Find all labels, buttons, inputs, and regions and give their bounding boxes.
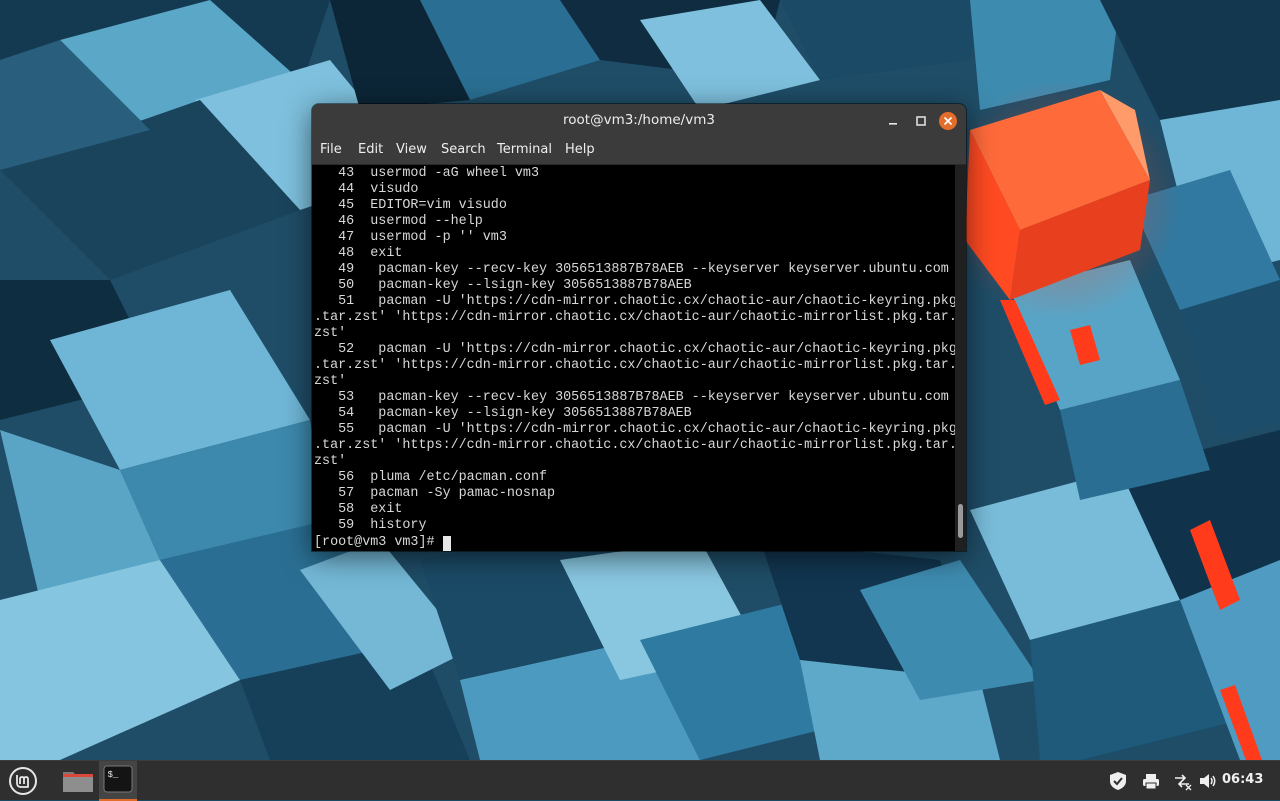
terminal-window: root@vm3:/home/vm3 File Edit View Search… <box>312 104 966 551</box>
terminal-line: 53 pacman-key --recv-key 3056513887B78AE… <box>314 390 949 405</box>
menu-view[interactable]: View <box>396 142 427 157</box>
terminal-line: 47 usermod -p '' vm3 <box>314 230 507 245</box>
window-title: root@vm3:/home/vm3 <box>563 112 715 128</box>
terminal-line: zst' <box>314 454 347 469</box>
terminal-line: 56 pluma /etc/pacman.conf <box>314 470 548 485</box>
terminal-line: 58 exit <box>314 502 403 517</box>
maximize-icon[interactable] <box>912 112 930 130</box>
terminal-line: 55 pacman -U 'https://cdn-mirror.chaotic… <box>314 422 955 437</box>
minimize-icon[interactable] <box>884 112 902 130</box>
shield-icon[interactable] <box>1108 771 1128 791</box>
terminal-scrollbar[interactable] <box>955 165 966 551</box>
network-icon[interactable] <box>1172 771 1192 791</box>
terminal-output[interactable]: 43 usermod -aG wheel vm3 44 visudo 45 ED… <box>312 165 955 551</box>
terminal-line: 59 history <box>314 518 427 533</box>
mint-menu-icon[interactable] <box>2 761 42 801</box>
printer-icon[interactable] <box>1141 771 1161 791</box>
terminal-line: 50 pacman-key --lsign-key 3056513887B78A… <box>314 278 692 293</box>
terminal-icon[interactable]: $_ <box>99 761 137 801</box>
svg-text:$_: $_ <box>108 770 119 780</box>
terminal-line: 49 pacman-key --recv-key 3056513887B78AE… <box>314 262 949 277</box>
terminal-line: zst' <box>314 374 347 389</box>
terminal-line: 57 pacman -Sy pamac-nosnap <box>314 486 556 501</box>
terminal-line: 51 pacman -U 'https://cdn-mirror.chaotic… <box>314 294 955 309</box>
menu-search[interactable]: Search <box>441 142 486 157</box>
close-icon[interactable] <box>939 112 957 130</box>
terminal-line: 54 pacman-key --lsign-key 3056513887B78A… <box>314 406 692 421</box>
files-icon[interactable] <box>58 761 98 801</box>
terminal-line: 46 usermod --help <box>314 214 483 229</box>
terminal-line: .tar.zst' 'https://cdn-mirror.chaotic.cx… <box>314 310 955 325</box>
terminal-line: .tar.zst' 'https://cdn-mirror.chaotic.cx… <box>314 438 955 453</box>
menu-file[interactable]: File <box>320 142 342 157</box>
clock[interactable]: 06:43 <box>1222 772 1263 787</box>
volume-icon[interactable] <box>1198 771 1218 791</box>
terminal-line: 45 EDITOR=vim visudo <box>314 198 507 213</box>
window-titlebar[interactable]: root@vm3:/home/vm3 <box>312 104 966 138</box>
taskbar: $_ 06:43 <box>0 760 1280 801</box>
terminal-line: .tar.zst' 'https://cdn-mirror.chaotic.cx… <box>314 358 955 373</box>
menu-edit[interactable]: Edit <box>358 142 383 157</box>
terminal-line: zst' <box>314 326 347 341</box>
menu-terminal[interactable]: Terminal <box>497 142 552 157</box>
terminal-line: 48 exit <box>314 246 403 261</box>
terminal-prompt: [root@vm3 vm3]# <box>314 535 443 550</box>
text-cursor <box>442 536 451 551</box>
terminal-line: 44 visudo <box>314 182 419 197</box>
terminal-line: 43 usermod -aG wheel vm3 <box>314 166 539 181</box>
menu-help[interactable]: Help <box>565 142 595 157</box>
menu-bar: File Edit View Search Terminal Help <box>312 138 966 165</box>
terminal-line: 52 pacman -U 'https://cdn-mirror.chaotic… <box>314 342 955 357</box>
scrollbar-thumb[interactable] <box>958 504 963 538</box>
